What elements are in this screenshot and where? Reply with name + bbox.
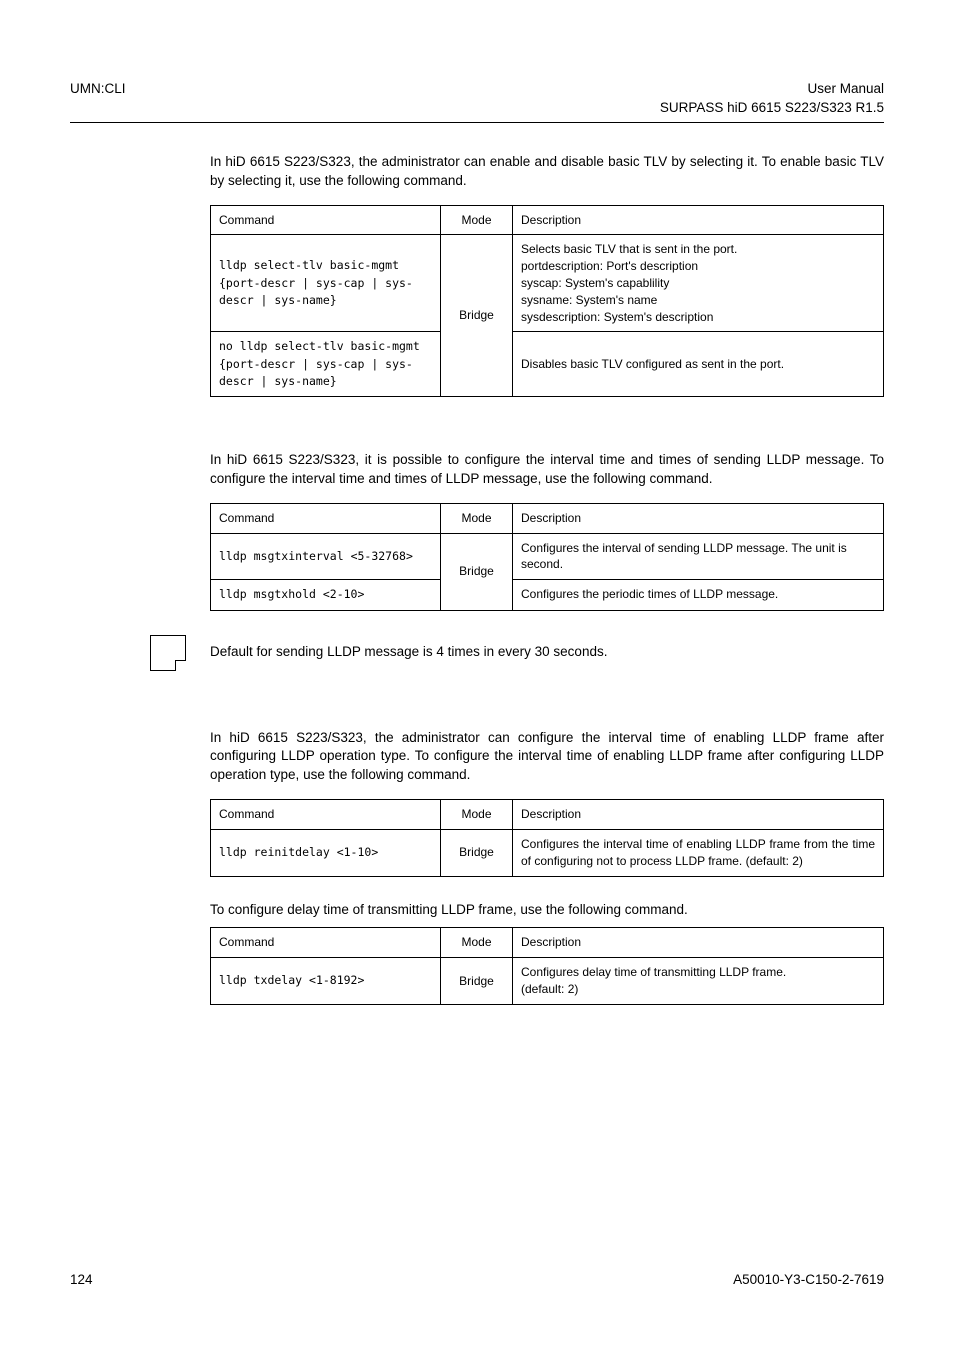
sec1-table: Command Mode Description lldp select-tlv…	[210, 205, 884, 398]
header-right-1: User Manual	[660, 80, 884, 99]
desc-cell: Configures delay time of transmitting LL…	[513, 958, 884, 1005]
table-header-row: Command Mode Description	[211, 928, 884, 958]
cmd-text: lldp msgtxinterval	[219, 549, 351, 563]
table-row: lldp reinitdelay <1-10> Bridge Configure…	[211, 829, 884, 876]
desc-cell: Selects basic TLV that is sent in the po…	[513, 235, 884, 332]
table-row: lldp select-tlv basic-mgmt {port-descr |…	[211, 235, 884, 332]
table-header-row: Command Mode Description	[211, 503, 884, 533]
th-mode: Mode	[441, 800, 513, 830]
desc-line: Configures delay time of transmitting LL…	[521, 964, 875, 981]
cmd-cell: lldp reinitdelay <1-10>	[211, 829, 441, 876]
desc-line: sysname: System's name	[521, 292, 875, 309]
th-description: Description	[513, 205, 884, 235]
sec4-table: Command Mode Description lldp txdelay <1…	[210, 927, 884, 1004]
note-text: Default for sending LLDP message is 4 ti…	[210, 643, 607, 662]
th-description: Description	[513, 928, 884, 958]
table-row: lldp msgtxhold <2-10> Configures the per…	[211, 580, 884, 610]
th-mode: Mode	[441, 205, 513, 235]
doc-id: A50010-Y3-C150-2-7619	[733, 1271, 884, 1290]
th-mode: Mode	[441, 503, 513, 533]
cmd-text: lldp msgtxhold	[219, 587, 323, 601]
th-description: Description	[513, 800, 884, 830]
cmd-cell: lldp txdelay <1-8192>	[211, 958, 441, 1005]
desc-cell: Configures the periodic times of LLDP me…	[513, 580, 884, 610]
cmd-cell: lldp select-tlv basic-mgmt {port-descr |…	[211, 235, 441, 332]
th-command: Command	[211, 928, 441, 958]
cmd-cell: lldp msgtxhold <2-10>	[211, 580, 441, 610]
sec1-paragraph: In hiD 6615 S223/S323, the administrator…	[210, 153, 884, 191]
desc-cell: Configures the interval time of enabling…	[513, 829, 884, 876]
desc-line: Selects basic TLV that is sent in the po…	[521, 241, 875, 258]
cmd-text: lldp reinitdelay	[219, 845, 337, 859]
sec3-table: Command Mode Description lldp reinitdela…	[210, 799, 884, 876]
header-left: UMN:CLI	[70, 80, 126, 118]
th-description: Description	[513, 503, 884, 533]
desc-line: sysdescription: System's description	[521, 309, 875, 326]
sec2-paragraph: In hiD 6615 S223/S323, it is possible to…	[210, 451, 884, 489]
cmd-cell: no lldp select-tlv basic-mgmt {port-desc…	[211, 332, 441, 397]
cmd-arg: <1-10>	[337, 845, 379, 859]
table-row: lldp msgtxinterval <5-32768> Bridge Conf…	[211, 533, 884, 580]
th-mode: Mode	[441, 928, 513, 958]
table-row: no lldp select-tlv basic-mgmt {port-desc…	[211, 332, 884, 397]
sec4-paragraph: To configure delay time of transmitting …	[210, 901, 884, 920]
cmd-arg: <1-8192>	[309, 973, 364, 987]
mode-cell: Bridge	[441, 829, 513, 876]
note-icon	[150, 635, 186, 671]
cmd-arg: <2-10>	[323, 587, 365, 601]
desc-cell: Configures the interval of sending LLDP …	[513, 533, 884, 580]
sec2-table: Command Mode Description lldp msgtxinter…	[210, 503, 884, 611]
header-right-2: SURPASS hiD 6615 S223/S323 R1.5	[660, 99, 884, 118]
th-command: Command	[211, 205, 441, 235]
cmd-arg: <5-32768>	[351, 549, 413, 563]
sec3-paragraph: In hiD 6615 S223/S323, the administrator…	[210, 729, 884, 786]
header-rule	[70, 122, 884, 123]
desc-line: portdescription: Port's description	[521, 258, 875, 275]
mode-cell: Bridge	[441, 958, 513, 1005]
cmd-text: lldp txdelay	[219, 973, 309, 987]
cmd-cell: lldp msgtxinterval <5-32768>	[211, 533, 441, 580]
table-row: lldp txdelay <1-8192> Bridge Configures …	[211, 958, 884, 1005]
th-command: Command	[211, 503, 441, 533]
mode-cell: Bridge	[441, 235, 513, 397]
mode-cell: Bridge	[441, 533, 513, 610]
th-command: Command	[211, 800, 441, 830]
desc-line: syscap: System's capablility	[521, 275, 875, 292]
table-header-row: Command Mode Description	[211, 205, 884, 235]
page-number: 124	[70, 1271, 93, 1290]
table-header-row: Command Mode Description	[211, 800, 884, 830]
desc-line: (default: 2)	[521, 981, 875, 998]
desc-cell: Disables basic TLV configured as sent in…	[513, 332, 884, 397]
